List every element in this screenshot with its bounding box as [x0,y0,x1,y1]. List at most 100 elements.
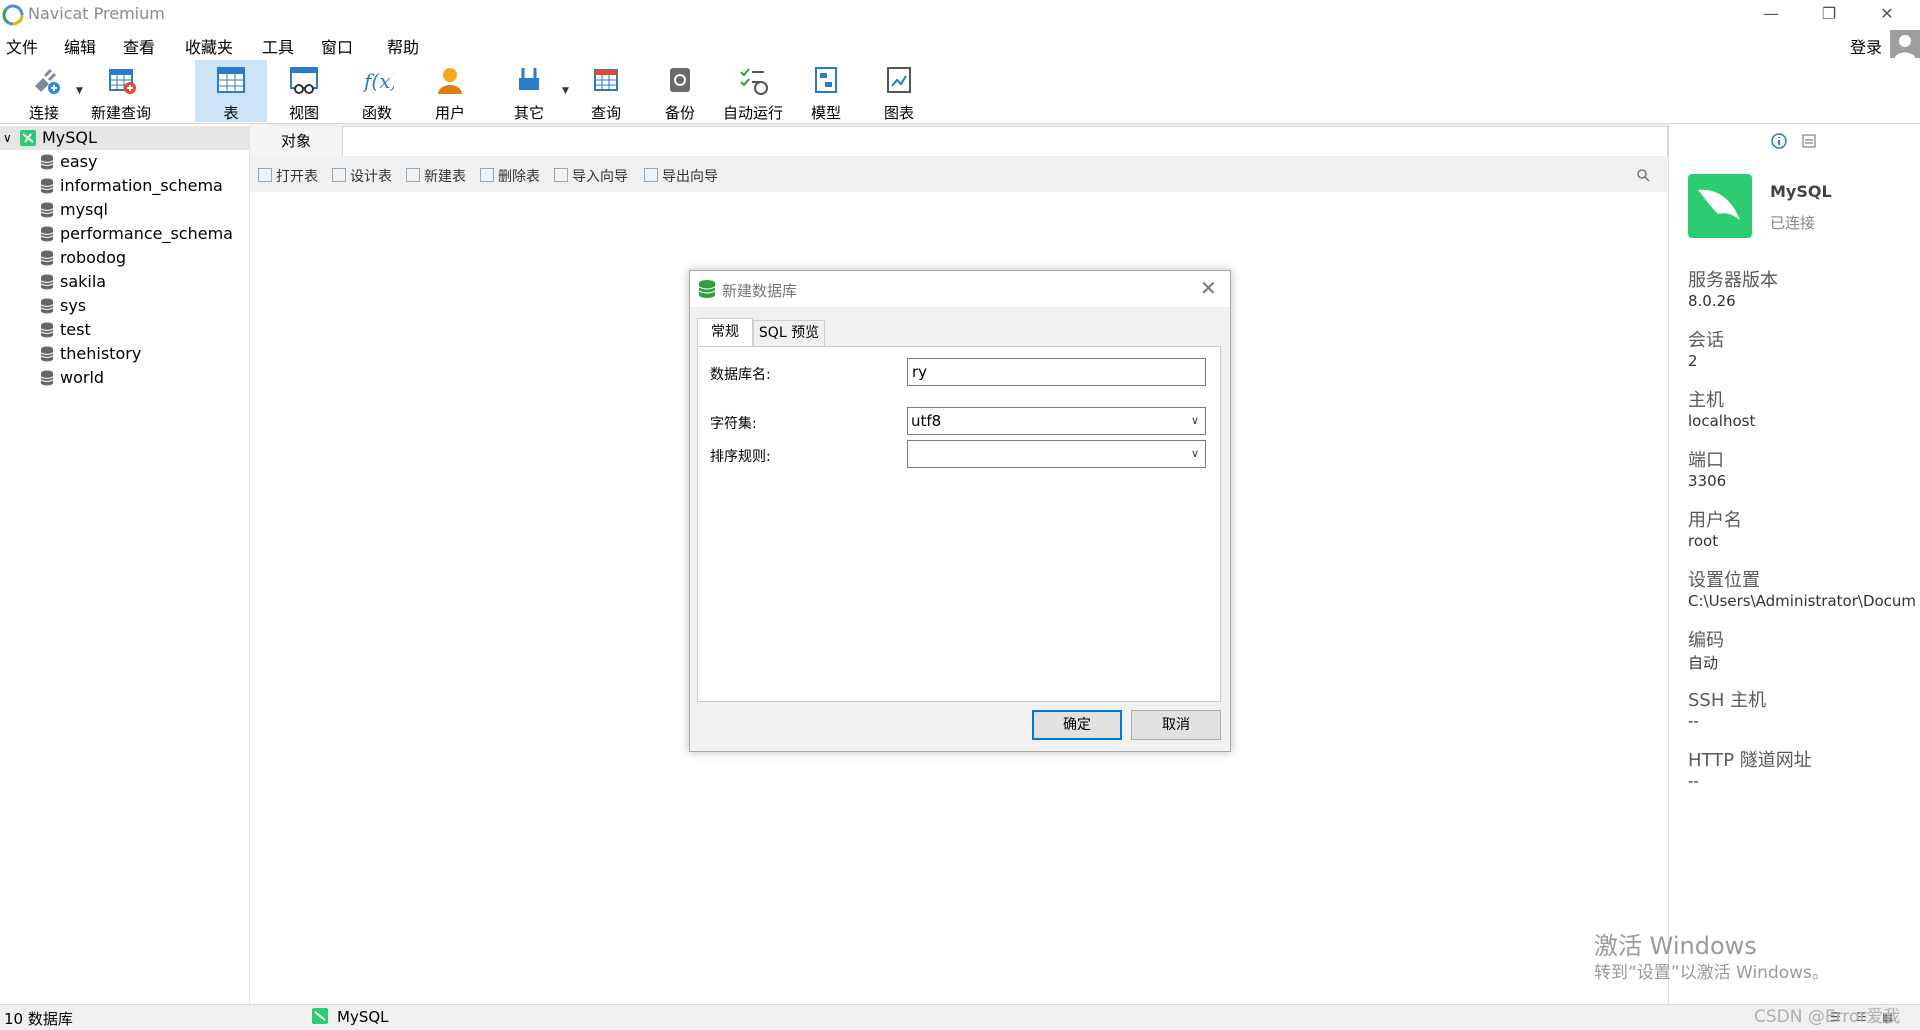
connect-dropdown-icon[interactable]: ▼ [76,86,83,96]
chevron-down-icon: ∨ [1190,414,1199,427]
menu-edit[interactable]: 编辑 [64,34,96,58]
other-label: 其它 [513,104,544,122]
backup-button[interactable]: 备份 [650,60,710,122]
info-field-label: 用户名 [1688,510,1742,531]
query-button[interactable]: 查询 [576,60,636,122]
user-button[interactable]: 用户 [420,60,480,122]
info-field-value: 8.0.26 [1688,292,1736,310]
info-field-label: 设置位置 [1688,570,1760,591]
database-icon [40,250,54,266]
restore-button[interactable]: ❐ [1806,0,1852,30]
tree-item-database[interactable]: easy [0,150,250,174]
tree-item-database[interactable]: performance_schema [0,222,250,246]
user-avatar-icon[interactable] [1890,30,1920,60]
dialog-body [697,346,1221,702]
close-icon[interactable]: ✕ [1200,276,1217,300]
tab-general[interactable]: 常规 [697,318,753,346]
chevron-down-icon[interactable]: ∨ [3,126,12,150]
info-field-value: -- [1688,712,1699,730]
design-table-button[interactable]: 设计表 [332,166,392,186]
tab-objects[interactable]: 对象 [250,126,342,156]
view-button[interactable]: 视图 [274,60,334,122]
database-icon [40,178,54,194]
tree-item-database[interactable]: thehistory [0,342,250,366]
menu-view[interactable]: 查看 [123,34,155,58]
mysql-connection-icon [20,130,36,146]
connect-button[interactable]: 连接 [14,60,74,122]
mysql-dolphin-icon [1688,174,1752,238]
tree-item-label: easy [60,152,98,171]
info-field-label: 编码 [1688,630,1724,651]
info-icon[interactable] [1770,132,1788,150]
search-icon[interactable] [1636,168,1650,182]
user-label: 用户 [434,104,465,122]
tree-item-database[interactable]: robodog [0,246,250,270]
info-connection-status: 已连接 [1770,214,1816,232]
other-button[interactable]: 其它 [499,60,559,122]
charset-select[interactable]: utf8 ∨ [907,407,1206,435]
open-table-icon [258,168,272,182]
tree-item-database[interactable]: sys [0,294,250,318]
model-button[interactable]: 模型 [796,60,856,122]
info-field-label: 服务器版本 [1688,270,1778,291]
minimize-button[interactable]: — [1748,0,1794,30]
dialog-title: 新建数据库 [722,282,798,300]
chart-label: 图表 [883,104,914,122]
new-query-button[interactable]: 新建查询 [86,60,156,122]
tree-item-label: world [60,368,105,387]
tab-sql-preview[interactable]: SQL 预览 [753,320,825,346]
close-window-button[interactable]: ✕ [1864,0,1910,30]
ok-button[interactable]: 确定 [1032,710,1122,740]
tree-item-database[interactable]: test [0,318,250,342]
view-icon [290,67,318,94]
open-table-button[interactable]: 打开表 [258,166,318,186]
database-icon [40,274,54,290]
csdn-watermark: CSDN @Error爱我 [1754,1007,1901,1027]
new-table-button[interactable]: 新建表 [406,166,466,186]
tree-item-label: mysql [60,200,108,219]
login-link[interactable]: 登录 [1850,34,1882,58]
collation-select[interactable]: ∨ [907,440,1206,468]
design-table-icon [332,168,346,182]
function-button[interactable]: f(x) 函数 [347,60,407,122]
auto-run-button[interactable]: 自动运行 [717,60,789,122]
info-field-label: 会话 [1688,330,1724,351]
other-dropdown-icon[interactable]: ▼ [562,86,569,96]
menu-favorites[interactable]: 收藏夹 [185,34,233,58]
menu-help[interactable]: 帮助 [387,34,419,58]
activation-watermark-text: 转到“设置”以激活 Windows。 [1594,963,1829,983]
status-connection: MySQL [337,1008,389,1026]
tree-root-label: MySQL [42,128,97,147]
tree-connection-mysql[interactable]: ∨ MySQL [0,126,250,150]
database-icon [40,154,54,170]
charset-value: utf8 [911,412,942,430]
database-icon [40,202,54,218]
info-field-label: SSH 主机 [1688,690,1767,711]
tree-item-label: thehistory [60,344,142,363]
chart-button[interactable]: 图表 [869,60,929,122]
tree-item-database[interactable]: mysql [0,198,250,222]
svg-text:f(x): f(x) [362,69,394,93]
import-wizard-button[interactable]: 导入向导 [554,166,628,186]
menu-window[interactable]: 窗口 [321,34,353,58]
export-icon [644,168,658,182]
ddl-icon[interactable] [1800,132,1818,150]
tree-item-database[interactable]: sakila [0,270,250,294]
menu-tools[interactable]: 工具 [262,34,294,58]
tree-item-label: test [60,320,91,339]
info-connection-name: MySQL [1770,182,1832,201]
model-icon [815,67,837,93]
cancel-button[interactable]: 取消 [1131,710,1221,740]
tree-item-database[interactable]: information_schema [0,174,250,198]
menu-file[interactable]: 文件 [6,34,38,58]
delete-table-button[interactable]: 删除表 [480,166,540,186]
import-wizard-label: 导入向导 [572,169,628,185]
info-panel [1668,124,1920,1004]
database-icon [40,298,54,314]
table-button[interactable]: 表 [195,60,267,122]
db-name-field[interactable]: ry [907,358,1206,386]
export-wizard-button[interactable]: 导出向导 [644,166,718,186]
query-label: 查询 [590,104,621,122]
tree-item-database[interactable]: world [0,366,250,390]
table-label: 表 [223,104,239,122]
